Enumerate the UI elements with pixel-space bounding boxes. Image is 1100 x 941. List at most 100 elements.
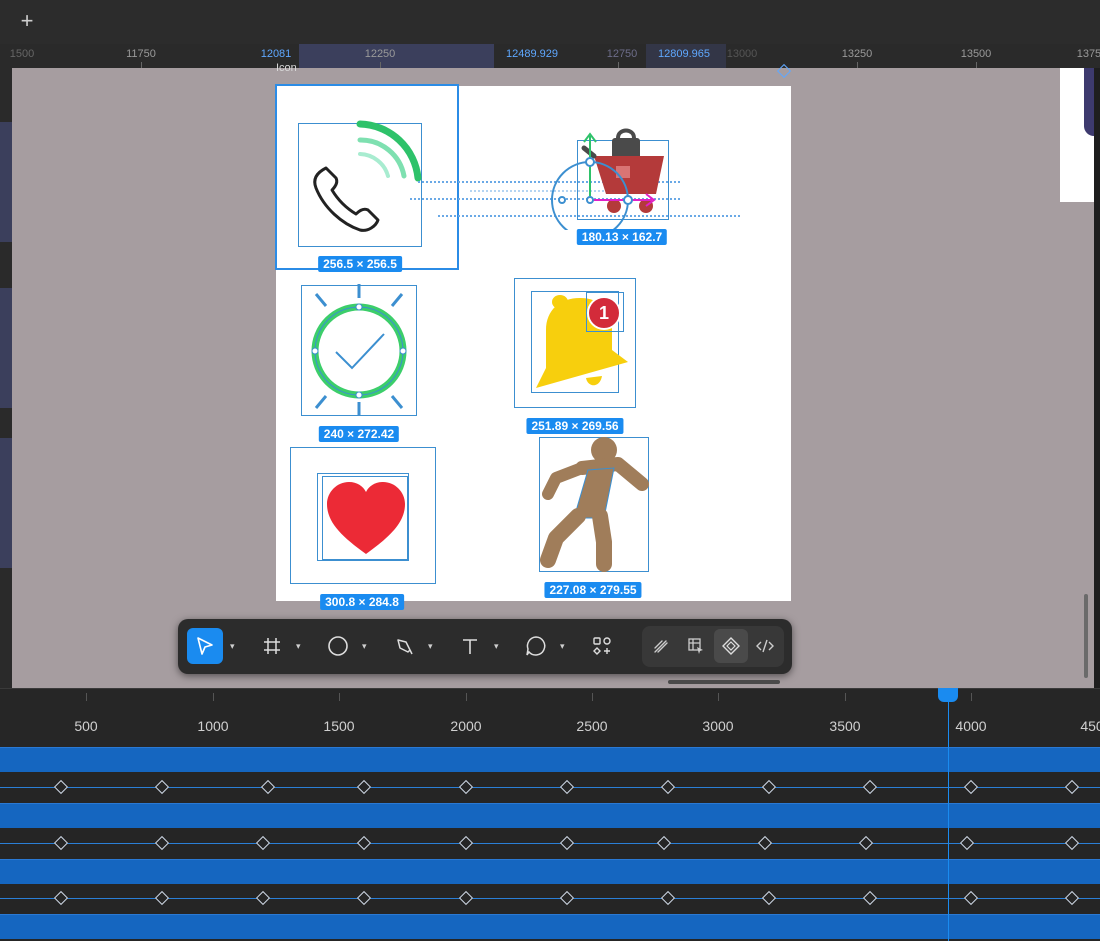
timeline-tick: 2000	[450, 718, 482, 734]
track-bar[interactable]	[0, 747, 1100, 772]
ruler-tick: 12489.929	[506, 48, 558, 60]
timeline-tick-mark	[971, 693, 972, 701]
keyframe-diamond[interactable]	[559, 779, 575, 795]
components-tool-button[interactable]	[584, 628, 620, 664]
keyframe-diamond[interactable]	[458, 779, 474, 795]
playhead-handle[interactable]	[938, 688, 958, 702]
timeline-tick-mark	[718, 693, 719, 701]
text-icon	[463, 639, 477, 654]
vruler-selection	[0, 438, 12, 568]
track-bar[interactable]	[0, 914, 1100, 939]
ruler-tick: 12081	[260, 48, 292, 60]
phone-call-icon[interactable]	[298, 118, 428, 248]
heart-icon[interactable]	[325, 480, 407, 556]
ruler-tick: 13500	[960, 48, 992, 60]
track-bar[interactable]	[0, 859, 1100, 884]
keyframe-diamond[interactable]	[959, 835, 975, 851]
prototype-button[interactable]	[714, 629, 748, 663]
dimension-badge: 240 × 272.42	[318, 426, 400, 442]
keyframe-diamond[interactable]	[255, 890, 271, 906]
timeline-tick-mark	[339, 693, 340, 701]
ruler-tick: 11750	[126, 48, 156, 60]
keyframe-diamond[interactable]	[356, 835, 372, 851]
keyframe-diamond[interactable]	[1064, 890, 1080, 906]
keyframe-diamond[interactable]	[53, 779, 69, 795]
keyframe-diamond[interactable]	[660, 779, 676, 795]
running-man-icon[interactable]	[538, 434, 650, 574]
keyframe-diamond[interactable]	[559, 890, 575, 906]
comment-tool-button[interactable]	[518, 628, 554, 664]
add-tab-button[interactable]: +	[16, 10, 38, 32]
ruler-tick: 12809.965	[658, 48, 710, 60]
top-bar: +	[0, 0, 1100, 45]
code-icon	[756, 639, 774, 653]
timeline-tick: 450	[1080, 718, 1100, 734]
timeline-tick-mark	[213, 693, 214, 701]
horizontal-scrollbar[interactable]	[668, 680, 780, 684]
keyframe-diamond[interactable]	[858, 835, 874, 851]
dev-inspect-button[interactable]	[679, 629, 713, 663]
timeline-tick-mark	[845, 693, 846, 701]
artboard-label: Icon	[276, 62, 297, 74]
keyframe-diamond[interactable]	[761, 779, 777, 795]
prototype-icon	[722, 637, 740, 655]
keyframe-diamond[interactable]	[154, 890, 170, 906]
keyframe-diamond[interactable]	[1064, 835, 1080, 851]
ellipse-icon	[328, 636, 348, 656]
chevron-down-icon[interactable]: ▾	[230, 641, 235, 652]
keyframe-diamond[interactable]	[53, 890, 69, 906]
text-tool-button[interactable]	[452, 628, 488, 664]
timeline-tick: 2500	[576, 718, 608, 734]
keyframe-diamond[interactable]	[255, 835, 271, 851]
draw-icon	[654, 640, 668, 653]
keyframe-diamond[interactable]	[963, 890, 979, 906]
keyframe-diamond[interactable]	[757, 835, 773, 851]
ellipse-tool-button[interactable]	[320, 628, 356, 664]
timeline-tick: 3500	[829, 718, 861, 734]
timeline-ruler[interactable]: 500 1000 1500 2000 2500 3000 3500 4000 4…	[0, 688, 1100, 747]
adjacent-artboard[interactable]	[1060, 68, 1094, 202]
check-circle-icon[interactable]	[298, 282, 420, 420]
keyframe-diamond[interactable]	[458, 890, 474, 906]
ruler-tick: 13750	[1076, 48, 1100, 60]
ruler-tick: 12250	[364, 48, 396, 60]
timeline-tick: 3000	[702, 718, 734, 734]
keyframe-diamond[interactable]	[1064, 779, 1080, 795]
keyframe-diamond[interactable]	[458, 835, 474, 851]
keyframe-diamond[interactable]	[260, 779, 276, 795]
chevron-down-icon[interactable]: ▾	[494, 641, 499, 652]
vertical-scrollbar[interactable]	[1084, 594, 1088, 678]
timeline-tick-mark	[466, 693, 467, 701]
keyframe-diamond[interactable]	[963, 779, 979, 795]
keyframe-diamond[interactable]	[761, 890, 777, 906]
keyframe-diamond[interactable]	[656, 835, 672, 851]
track-bar[interactable]	[0, 803, 1100, 828]
keyframe-diamond[interactable]	[559, 835, 575, 851]
keyframe-diamond[interactable]	[53, 835, 69, 851]
playhead-line	[948, 688, 949, 941]
chevron-down-icon[interactable]: ▾	[560, 641, 565, 652]
timeline-tick: 500	[74, 718, 98, 734]
code-view-button[interactable]	[748, 629, 782, 663]
draw-mode-button[interactable]	[644, 629, 678, 663]
pen-tool-button[interactable]	[386, 628, 422, 664]
chevron-down-icon[interactable]: ▾	[362, 641, 367, 652]
keyframe-diamond[interactable]	[862, 779, 878, 795]
keyframe-diamond[interactable]	[660, 890, 676, 906]
adjacent-artboard-accent	[1084, 68, 1094, 136]
select-tool-button[interactable]	[187, 628, 223, 664]
timeline-tick-mark	[86, 693, 87, 701]
keyframe-diamond[interactable]	[154, 779, 170, 795]
vruler-selection	[0, 288, 12, 408]
ruler-tick: 12750	[606, 48, 638, 60]
chevron-down-icon[interactable]: ▾	[296, 641, 301, 652]
bottom-toolbar: ▾ ▾ ▾ ▾ ▾ ▾	[178, 619, 792, 674]
keyframe-diamond[interactable]	[356, 890, 372, 906]
pen-icon	[397, 639, 413, 655]
chevron-down-icon[interactable]: ▾	[428, 641, 433, 652]
keyframe-diamond[interactable]	[862, 890, 878, 906]
keyframe-diamond[interactable]	[154, 835, 170, 851]
keyframe-diamond[interactable]	[356, 779, 372, 795]
transform-gizmo[interactable]	[548, 130, 658, 230]
frame-tool-button[interactable]	[254, 628, 290, 664]
